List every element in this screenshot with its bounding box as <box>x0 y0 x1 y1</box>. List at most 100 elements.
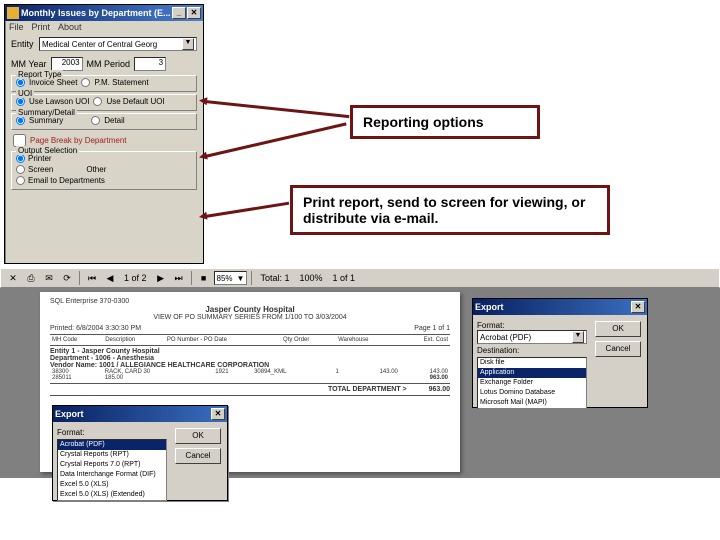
next-page-icon[interactable]: ▶ <box>153 270 169 286</box>
list-item[interactable]: Excel 5.0 (XLS) <box>58 480 166 490</box>
list-item[interactable]: Acrobat (PDF) <box>58 440 166 450</box>
close-button[interactable]: ✕ <box>187 7 201 19</box>
close-icon[interactable]: ✕ <box>631 301 645 313</box>
cancel-button[interactable]: Cancel <box>595 341 641 357</box>
dialog-titlebar[interactable]: Monthly Issues by Department (E... _ ✕ <box>5 5 203 21</box>
report-type-group: Report Type Invoice Sheet P.M. Statement <box>11 75 197 92</box>
minimize-button[interactable]: _ <box>172 7 186 19</box>
menu-print[interactable]: Print <box>32 22 51 32</box>
radio-pm-statement[interactable] <box>81 78 90 87</box>
mm-year-input[interactable]: 2003 <box>51 57 83 71</box>
zoom-dropdown[interactable]: 85%▼ <box>214 271 248 285</box>
entity-value: Medical Center of Central Georg <box>42 40 157 49</box>
radio-summary[interactable] <box>16 116 25 125</box>
destination-listbox[interactable]: Disk file Application Exchange Folder Lo… <box>477 357 587 409</box>
label-screen: Screen <box>28 165 53 174</box>
ok-button[interactable]: OK <box>175 428 221 444</box>
viewer-toolbar: ✕ ⎙ ✉ ⟳ ⏮ ◀ 1 of 2 ▶ ⏭ ■ 85%▼ Total: 1 1… <box>0 268 720 288</box>
list-item[interactable]: Crystal Reports 7.0 (RPT) <box>58 460 166 470</box>
label-printer: Printer <box>28 154 52 163</box>
total-dept-label: TOTAL DEPARTMENT > <box>328 386 407 393</box>
list-item[interactable]: Disk file <box>478 358 586 368</box>
mm-period-label: MM Period <box>87 59 131 69</box>
stop-icon[interactable]: ■ <box>196 270 212 286</box>
report-subtitle: VIEW OF PO SUMMARY SERIES FROM 1/100 TO … <box>50 314 450 321</box>
arrow-icon <box>205 122 347 158</box>
record-label: 1 of 1 <box>329 273 360 283</box>
list-item[interactable]: Application <box>478 368 586 378</box>
export-icon[interactable]: ✉ <box>41 270 57 286</box>
label-pm-statement: P.M. Statement <box>94 78 148 87</box>
radio-printer[interactable] <box>16 154 25 163</box>
export-dialog-format: Export ✕ Format: Acrobat (PDF) Crystal R… <box>52 405 228 501</box>
label-email: Email to Departments <box>28 176 105 185</box>
label-summary: Summary <box>29 116 63 125</box>
list-item[interactable]: Lotus Domino Database <box>478 388 586 398</box>
dialog-title: Monthly Issues by Department (E... <box>21 8 171 18</box>
arrow-icon <box>205 202 289 218</box>
page-indicator: 1 of 2 <box>120 273 151 283</box>
report-page-num: Page 1 of 1 <box>414 325 450 332</box>
radio-invoice-sheet[interactable] <box>16 78 25 87</box>
format-listbox[interactable]: Acrobat (PDF) Crystal Reports (RPT) Crys… <box>57 439 167 501</box>
chevron-down-icon[interactable]: ▼ <box>572 331 584 343</box>
close-icon[interactable]: ✕ <box>211 408 225 420</box>
label-use-lawson: Use Lawson UOI <box>29 97 89 106</box>
output-legend: Output Selection <box>16 146 79 155</box>
mm-period-input[interactable]: 3 <box>134 57 166 71</box>
callout-reporting-options: Reporting options <box>350 105 540 139</box>
uoi-legend: UOI <box>16 89 34 98</box>
callout-print-send: Print report, send to screen for viewing… <box>290 185 610 235</box>
report-entity: Entity 1 - Jasper County Hospital <box>50 348 450 355</box>
menu-about[interactable]: About <box>58 22 82 32</box>
summary-detail-group: Summary/Detail Summary Detail <box>11 113 197 130</box>
report-dept: Department - 1006 - Anesthesia <box>50 355 450 362</box>
refresh-icon[interactable]: ⟳ <box>59 270 75 286</box>
total-label: Total: 1 <box>256 273 293 283</box>
radio-detail[interactable] <box>91 116 100 125</box>
list-item[interactable]: Exchange Folder <box>478 378 586 388</box>
report-header-id: SQL Enterprise 370-0300 <box>50 298 129 305</box>
list-item[interactable]: Data Interchange Format (DIF) <box>58 470 166 480</box>
report-vendor: Vendor Name: 1001 / ALLEGIANCE HEALTHCAR… <box>50 362 450 369</box>
output-selection-group: Output Selection Printer ScreenOther Ema… <box>11 151 197 190</box>
last-page-icon[interactable]: ⏭ <box>171 270 187 286</box>
close-icon[interactable]: ✕ <box>5 270 21 286</box>
chevron-down-icon[interactable]: ▼ <box>182 38 194 50</box>
print-icon[interactable]: ⎙ <box>23 270 39 286</box>
export-dialog-destination: Export ✕ Format: Acrobat (PDF) ▼ Destina… <box>472 298 648 408</box>
cancel-button[interactable]: Cancel <box>175 448 221 464</box>
table-row: 285011 185.00 963.00 <box>50 375 450 381</box>
mm-year-label: MM Year <box>11 59 47 69</box>
list-item[interactable]: Microsoft Mail (MAPI) <box>478 398 586 408</box>
radio-screen[interactable] <box>16 165 25 174</box>
progress-label: 100% <box>296 273 327 283</box>
radio-use-lawson-uoi[interactable] <box>16 97 25 106</box>
menu-file[interactable]: File <box>9 22 24 32</box>
list-item[interactable]: Crystal Reports (RPT) <box>58 450 166 460</box>
report-columns: MH Code Description PO Number - PO Date … <box>50 337 450 343</box>
label-invoice-sheet: Invoice Sheet <box>29 78 77 87</box>
first-page-icon[interactable]: ⏮ <box>84 270 100 286</box>
format-dropdown[interactable]: Acrobat (PDF) ▼ <box>477 330 587 344</box>
export1-titlebar[interactable]: Export ✕ <box>473 299 647 315</box>
prev-page-icon[interactable]: ◀ <box>102 270 118 286</box>
app-icon <box>7 7 19 19</box>
entity-dropdown[interactable]: Medical Center of Central Georg ▼ <box>39 37 197 51</box>
export2-title: Export <box>55 409 84 419</box>
report-type-legend: Report Type <box>16 70 63 79</box>
label-use-default: Use Default UOI <box>106 97 164 106</box>
radio-email[interactable] <box>16 176 25 185</box>
report-printed: Printed: 6/8/2004 3:30:30 PM <box>50 325 141 332</box>
export1-title: Export <box>475 302 504 312</box>
total-dept-value: 963.00 <box>429 386 450 393</box>
summary-detail-legend: Summary/Detail <box>16 108 77 117</box>
list-item[interactable]: Excel 5.0 (XLS) (Extended) <box>58 490 166 500</box>
export2-titlebar[interactable]: Export ✕ <box>53 406 227 422</box>
menu-bar: File Print About <box>5 21 203 33</box>
arrow-icon <box>205 100 350 118</box>
radio-use-default-uoi[interactable] <box>93 97 102 106</box>
label-detail: Detail <box>104 116 124 125</box>
entity-label: Entity <box>11 39 39 49</box>
ok-button[interactable]: OK <box>595 321 641 337</box>
